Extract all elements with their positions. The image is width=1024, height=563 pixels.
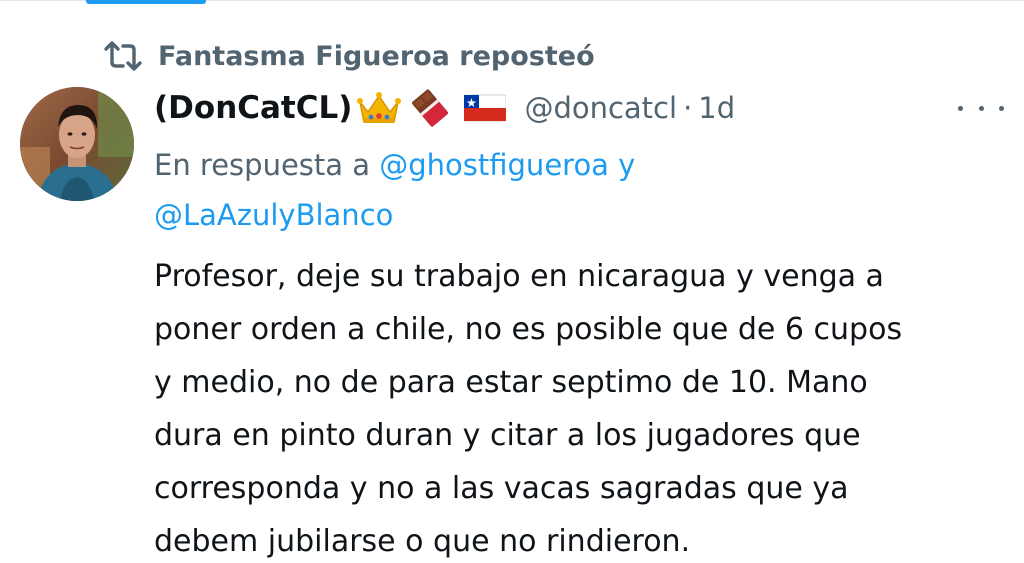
timestamp[interactable]: 1d — [698, 91, 735, 125]
tweet-view: Fantasma Figueroa reposteó (DonCatCL) @d… — [0, 0, 1024, 563]
crown-emoji — [356, 90, 402, 126]
handle[interactable]: @doncatcl — [524, 91, 677, 125]
tweet-line: dura en pinto duran y citar a los jugado… — [154, 418, 861, 453]
repost-icon — [100, 36, 146, 76]
repost-text: Fantasma Figueroa reposteó — [158, 40, 595, 72]
reply-prefix: En respuesta a — [154, 148, 380, 182]
repost-context[interactable]: Fantasma Figueroa reposteó — [100, 36, 595, 76]
tweet-header: (DonCatCL) @doncatcl · 1d — [154, 84, 954, 132]
more-dot — [978, 105, 984, 111]
tweet-line: poner orden a chile, no es posible que d… — [154, 312, 903, 347]
more-options-button[interactable] — [958, 96, 1004, 120]
avatar[interactable] — [20, 87, 134, 201]
profile-photo — [20, 87, 134, 201]
mention-link[interactable]: @LaAzulyBlanco — [154, 198, 393, 232]
more-dot — [999, 105, 1004, 111]
reply-context: En respuesta a @ghostfigueroa y @LaAzuly… — [154, 140, 974, 240]
tab-indicator — [86, 0, 206, 4]
display-name[interactable]: (DonCatCL) — [154, 90, 352, 126]
tweet-line: y medio, no de para estar septimo de 10.… — [154, 365, 868, 400]
tweet-line: Profesor, deje su trabajo en nicaragua y… — [154, 259, 884, 294]
more-horizontal-icon — [958, 105, 963, 111]
reply-joiner: y — [608, 148, 636, 182]
tweet-line: corresponda y no a las vacas sagradas qu… — [154, 471, 849, 506]
tweet-line: debem jubilarse o que no rindieron. — [154, 524, 691, 559]
chile-flag-emoji — [464, 93, 507, 123]
mention-link[interactable]: @ghostfigueroa — [379, 148, 609, 182]
chocolate-bar-emoji — [410, 88, 450, 128]
separator-dot: · — [683, 91, 693, 125]
tweet-text: Profesor, deje su trabajo en nicaragua y… — [154, 250, 1004, 563]
